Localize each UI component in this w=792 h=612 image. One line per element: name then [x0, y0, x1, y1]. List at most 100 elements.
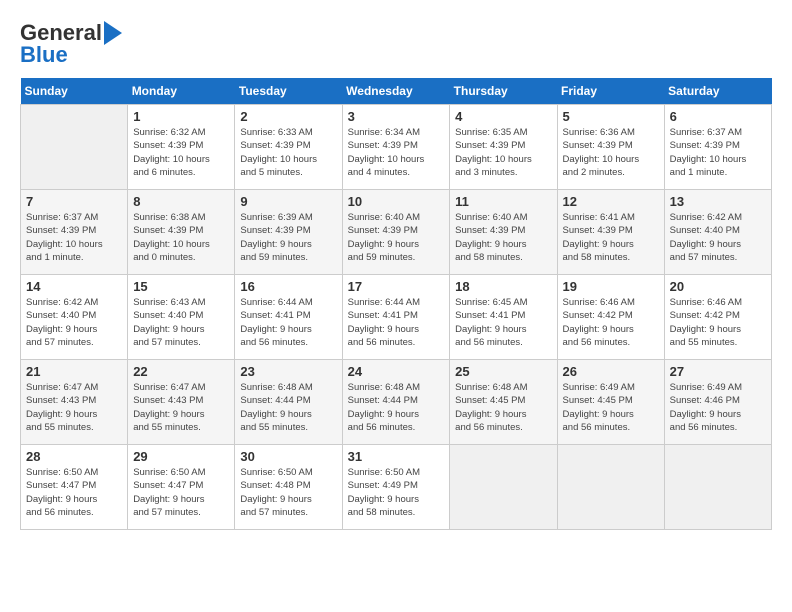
day-info: Sunrise: 6:43 AM Sunset: 4:40 PM Dayligh… — [133, 296, 229, 349]
day-info: Sunrise: 6:47 AM Sunset: 4:43 PM Dayligh… — [26, 381, 122, 434]
header-thursday: Thursday — [450, 78, 557, 105]
calendar-week-row: 14 Sunrise: 6:42 AM Sunset: 4:40 PM Dayli… — [21, 275, 772, 360]
day-number: 8 — [133, 194, 229, 209]
calendar-week-row: 21 Sunrise: 6:47 AM Sunset: 4:43 PM Dayli… — [21, 360, 772, 445]
day-info: Sunrise: 6:50 AM Sunset: 4:47 PM Dayligh… — [133, 466, 229, 519]
calendar-cell: 9Sunrise: 6:39 AM Sunset: 4:39 PM Daylig… — [235, 190, 342, 275]
day-info: Sunrise: 6:40 AM Sunset: 4:39 PM Dayligh… — [348, 211, 445, 264]
calendar-cell: 7Sunrise: 6:37 AM Sunset: 4:39 PM Daylig… — [21, 190, 128, 275]
day-number: 28 — [26, 449, 122, 464]
calendar-cell: 11Sunrise: 6:40 AM Sunset: 4:39 PM Dayli… — [450, 190, 557, 275]
header-monday: Monday — [128, 78, 235, 105]
day-number: 26 — [563, 364, 659, 379]
day-number: 21 — [26, 364, 122, 379]
calendar-cell — [557, 445, 664, 530]
day-info: Sunrise: 6:50 AM Sunset: 4:47 PM Dayligh… — [26, 466, 122, 519]
calendar-cell: 20 Sunrise: 6:46 AM Sunset: 4:42 PM Dayli… — [664, 275, 771, 360]
calendar-cell: 29 Sunrise: 6:50 AM Sunset: 4:47 PM Dayli… — [128, 445, 235, 530]
day-number: 3 — [348, 109, 445, 124]
day-info: Sunrise: 6:46 AM Sunset: 4:42 PM Dayligh… — [670, 296, 766, 349]
header-sunday: Sunday — [21, 78, 128, 105]
day-number: 11 — [455, 194, 551, 209]
calendar-cell: 4Sunrise: 6:35 AM Sunset: 4:39 PM Daylig… — [450, 105, 557, 190]
day-info: Sunrise: 6:32 AM Sunset: 4:39 PM Dayligh… — [133, 126, 229, 179]
calendar-cell: 27 Sunrise: 6:49 AM Sunset: 4:46 PM Dayli… — [664, 360, 771, 445]
calendar-cell: 30 Sunrise: 6:50 AM Sunset: 4:48 PM Dayli… — [235, 445, 342, 530]
day-info: Sunrise: 6:33 AM Sunset: 4:39 PM Dayligh… — [240, 126, 336, 179]
day-info: Sunrise: 6:49 AM Sunset: 4:46 PM Dayligh… — [670, 381, 766, 434]
calendar-cell: 1 Sunrise: 6:32 AM Sunset: 4:39 PM Daylig… — [128, 105, 235, 190]
day-info: Sunrise: 6:44 AM Sunset: 4:41 PM Dayligh… — [240, 296, 336, 349]
day-number: 22 — [133, 364, 229, 379]
calendar-cell: 13 Sunrise: 6:42 AM Sunset: 4:40 PM Dayli… — [664, 190, 771, 275]
calendar-cell: 23 Sunrise: 6:48 AM Sunset: 4:44 PM Dayli… — [235, 360, 342, 445]
day-number: 5 — [563, 109, 659, 124]
calendar-cell: 10 Sunrise: 6:40 AM Sunset: 4:39 PM Dayli… — [342, 190, 450, 275]
header-friday: Friday — [557, 78, 664, 105]
calendar-cell: 6 Sunrise: 6:37 AM Sunset: 4:39 PM Daylig… — [664, 105, 771, 190]
day-info: Sunrise: 6:48 AM Sunset: 4:45 PM Dayligh… — [455, 381, 551, 434]
day-info: Sunrise: 6:46 AM Sunset: 4:42 PM Dayligh… — [563, 296, 659, 349]
day-number: 1 — [133, 109, 229, 124]
calendar-cell: 21 Sunrise: 6:47 AM Sunset: 4:43 PM Dayli… — [21, 360, 128, 445]
day-number: 17 — [348, 279, 445, 294]
calendar-cell: 19 Sunrise: 6:46 AM Sunset: 4:42 PM Dayli… — [557, 275, 664, 360]
day-number: 13 — [670, 194, 766, 209]
day-number: 18 — [455, 279, 551, 294]
day-info: Sunrise: 6:38 AM Sunset: 4:39 PM Dayligh… — [133, 211, 229, 264]
day-info: Sunrise: 6:48 AM Sunset: 4:44 PM Dayligh… — [240, 381, 336, 434]
day-info: Sunrise: 6:48 AM Sunset: 4:44 PM Dayligh… — [348, 381, 445, 434]
calendar-cell: 16 Sunrise: 6:44 AM Sunset: 4:41 PM Dayli… — [235, 275, 342, 360]
header-wednesday: Wednesday — [342, 78, 450, 105]
calendar-cell: 26Sunrise: 6:49 AM Sunset: 4:45 PM Dayli… — [557, 360, 664, 445]
day-info: Sunrise: 6:42 AM Sunset: 4:40 PM Dayligh… — [26, 296, 122, 349]
calendar-cell: 3 Sunrise: 6:34 AM Sunset: 4:39 PM Daylig… — [342, 105, 450, 190]
calendar-cell: 17Sunrise: 6:44 AM Sunset: 4:41 PM Dayli… — [342, 275, 450, 360]
calendar-cell: 22Sunrise: 6:47 AM Sunset: 4:43 PM Dayli… — [128, 360, 235, 445]
calendar-week-row: 1 Sunrise: 6:32 AM Sunset: 4:39 PM Daylig… — [21, 105, 772, 190]
calendar-cell — [450, 445, 557, 530]
day-number: 7 — [26, 194, 122, 209]
day-info: Sunrise: 6:36 AM Sunset: 4:39 PM Dayligh… — [563, 126, 659, 179]
calendar-table: SundayMondayTuesdayWednesdayThursdayFrid… — [20, 78, 772, 530]
day-number: 20 — [670, 279, 766, 294]
calendar-week-row: 28 Sunrise: 6:50 AM Sunset: 4:47 PM Dayli… — [21, 445, 772, 530]
calendar-cell: 25 Sunrise: 6:48 AM Sunset: 4:45 PM Dayli… — [450, 360, 557, 445]
day-number: 29 — [133, 449, 229, 464]
day-info: Sunrise: 6:42 AM Sunset: 4:40 PM Dayligh… — [670, 211, 766, 264]
day-info: Sunrise: 6:50 AM Sunset: 4:48 PM Dayligh… — [240, 466, 336, 519]
day-number: 25 — [455, 364, 551, 379]
day-number: 6 — [670, 109, 766, 124]
day-number: 16 — [240, 279, 336, 294]
calendar-header-row: SundayMondayTuesdayWednesdayThursdayFrid… — [21, 78, 772, 105]
logo-blue: Blue — [20, 42, 68, 68]
day-number: 12 — [563, 194, 659, 209]
calendar-cell: 18Sunrise: 6:45 AM Sunset: 4:41 PM Dayli… — [450, 275, 557, 360]
day-info: Sunrise: 6:41 AM Sunset: 4:39 PM Dayligh… — [563, 211, 659, 264]
day-number: 15 — [133, 279, 229, 294]
day-number: 31 — [348, 449, 445, 464]
day-number: 2 — [240, 109, 336, 124]
calendar-cell — [664, 445, 771, 530]
calendar-cell: 5 Sunrise: 6:36 AM Sunset: 4:39 PM Daylig… — [557, 105, 664, 190]
day-number: 14 — [26, 279, 122, 294]
day-number: 19 — [563, 279, 659, 294]
calendar-cell: 24Sunrise: 6:48 AM Sunset: 4:44 PM Dayli… — [342, 360, 450, 445]
day-number: 23 — [240, 364, 336, 379]
day-info: Sunrise: 6:50 AM Sunset: 4:49 PM Dayligh… — [348, 466, 445, 519]
day-info: Sunrise: 6:37 AM Sunset: 4:39 PM Dayligh… — [670, 126, 766, 179]
header-tuesday: Tuesday — [235, 78, 342, 105]
calendar-cell — [21, 105, 128, 190]
logo: General Blue — [20, 20, 122, 68]
day-info: Sunrise: 6:35 AM Sunset: 4:39 PM Dayligh… — [455, 126, 551, 179]
calendar-cell: 15 Sunrise: 6:43 AM Sunset: 4:40 PM Dayli… — [128, 275, 235, 360]
calendar-week-row: 7Sunrise: 6:37 AM Sunset: 4:39 PM Daylig… — [21, 190, 772, 275]
day-info: Sunrise: 6:34 AM Sunset: 4:39 PM Dayligh… — [348, 126, 445, 179]
page-header: General Blue — [20, 20, 772, 68]
calendar-cell: 14 Sunrise: 6:42 AM Sunset: 4:40 PM Dayli… — [21, 275, 128, 360]
calendar-cell: 31 Sunrise: 6:50 AM Sunset: 4:49 PM Dayli… — [342, 445, 450, 530]
day-number: 10 — [348, 194, 445, 209]
day-number: 27 — [670, 364, 766, 379]
day-number: 30 — [240, 449, 336, 464]
calendar-cell: 8 Sunrise: 6:38 AM Sunset: 4:39 PM Daylig… — [128, 190, 235, 275]
